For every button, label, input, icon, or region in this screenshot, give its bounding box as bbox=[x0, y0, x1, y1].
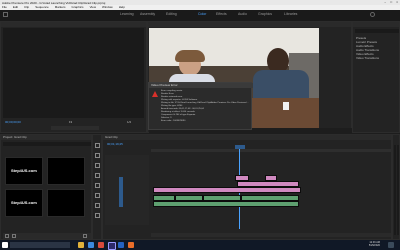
project-panel: Project: Grad Clip Step4US.com Step4US.c… bbox=[0, 134, 92, 240]
ripple-edit-tool-icon[interactable] bbox=[95, 163, 100, 168]
source-monitor-header bbox=[1, 22, 146, 27]
track-select-tool-icon[interactable] bbox=[95, 153, 100, 158]
project-thumbnail[interactable] bbox=[47, 189, 85, 217]
project-panel-title: Project: Grad Clip bbox=[1, 135, 91, 140]
dialog-title: Video Preview Error bbox=[149, 83, 253, 88]
audio-meters-panel bbox=[392, 134, 400, 240]
premiere-pro-icon[interactable] bbox=[108, 242, 116, 250]
workspace-tab[interactable]: Editing bbox=[166, 12, 177, 16]
notifications-icon[interactable] bbox=[388, 242, 394, 248]
effects-header bbox=[353, 22, 399, 27]
error-dialog: Video Preview Error Error compiling movi… bbox=[148, 82, 253, 130]
type-tool-icon[interactable] bbox=[95, 213, 100, 218]
edge-browser-icon[interactable] bbox=[88, 242, 94, 248]
chrome-icon[interactable] bbox=[98, 242, 104, 248]
list-view-icon[interactable] bbox=[5, 234, 9, 238]
program-monitor-header bbox=[148, 22, 351, 27]
selection-tool-icon[interactable] bbox=[95, 143, 100, 148]
taskbar-search-input[interactable] bbox=[10, 242, 70, 248]
thumbnail-label: Step4US.com bbox=[11, 200, 37, 205]
audio-meter-right bbox=[397, 145, 399, 235]
tools-panel bbox=[92, 134, 102, 240]
audio-meter-left bbox=[394, 145, 396, 235]
windows-start-icon[interactable] bbox=[2, 242, 8, 248]
mail-icon[interactable] bbox=[118, 242, 124, 248]
slip-tool-icon[interactable] bbox=[95, 183, 100, 188]
new-item-icon[interactable] bbox=[83, 234, 87, 238]
project-thumbnail[interactable]: Step4US.com bbox=[5, 157, 43, 185]
razor-tool-icon[interactable] bbox=[95, 173, 100, 178]
workspace-tab[interactable]: Learning bbox=[120, 12, 134, 16]
playhead-marker[interactable] bbox=[235, 145, 245, 149]
window-title: Adobe Premiere Pro 2020 - G:\Grad Launch… bbox=[2, 0, 106, 5]
track-target-v1[interactable] bbox=[119, 177, 123, 207]
track-headers bbox=[105, 155, 149, 225]
timeline-scrollbar[interactable] bbox=[151, 233, 391, 237]
source-transport-controls[interactable] bbox=[51, 126, 99, 130]
workspace-tab[interactable]: Assembly bbox=[140, 12, 155, 16]
source-page: 1/2 bbox=[127, 120, 132, 124]
file-explorer-icon[interactable] bbox=[78, 242, 84, 248]
close-button[interactable]: × bbox=[396, 0, 398, 4]
source-monitor-panel: 00;00;00;00 Fit 1/2 bbox=[0, 21, 147, 133]
clock-date: 5/29/2020 bbox=[368, 244, 380, 247]
workspace-tab[interactable]: Libraries bbox=[284, 12, 297, 16]
timeline-clip[interactable] bbox=[153, 187, 301, 193]
video-cup bbox=[283, 102, 289, 110]
system-clock[interactable]: 12:46 AM 5/29/2020 bbox=[369, 241, 380, 247]
thumbnail-label: Step4US.com bbox=[11, 168, 37, 173]
timeline-ruler[interactable] bbox=[151, 149, 391, 152]
source-monitor-viewer bbox=[3, 28, 144, 118]
project-thumbnail[interactable]: Step4US.com bbox=[5, 189, 43, 217]
taskbar: 12:46 AM 5/29/2020 bbox=[0, 240, 400, 250]
project-search-input[interactable] bbox=[3, 142, 91, 146]
workspace-tab[interactable]: Audio bbox=[238, 12, 247, 16]
maximize-button[interactable]: □ bbox=[390, 0, 392, 4]
timeline-timecode: 00;01;19;25 bbox=[107, 142, 123, 146]
project-footer-toolbar bbox=[3, 233, 91, 239]
pen-tool-icon[interactable] bbox=[95, 193, 100, 198]
timeline-tab[interactable]: Grad Clip bbox=[103, 135, 391, 140]
effects-panel: Presets Lumetri Presets Audio Effects Au… bbox=[352, 21, 400, 133]
media-player-icon[interactable] bbox=[128, 242, 134, 248]
hand-tool-icon[interactable] bbox=[95, 203, 100, 208]
home-icon[interactable] bbox=[3, 12, 8, 17]
warning-icon bbox=[152, 91, 158, 97]
search-icon[interactable] bbox=[370, 12, 375, 17]
dialog-message: Error compiling movie. Render Error Rend… bbox=[161, 90, 251, 123]
workspace-tab[interactable]: Graphics bbox=[258, 12, 272, 16]
person-woman-hair bbox=[175, 50, 205, 62]
effects-search-input[interactable] bbox=[355, 29, 399, 33]
workspace-tab[interactable]: Effects bbox=[216, 12, 227, 16]
dialog-line: Error code: -1609629690 bbox=[161, 120, 186, 122]
effects-list: Presets Lumetri Presets Audio Effects Au… bbox=[356, 36, 379, 60]
workspace-tab-active[interactable]: Color bbox=[198, 12, 206, 16]
source-timecode: 00;00;00;00 bbox=[5, 120, 21, 124]
effects-item[interactable]: Video Transitions bbox=[356, 56, 379, 60]
source-fit-dropdown[interactable]: Fit bbox=[69, 120, 72, 124]
project-thumbnail[interactable] bbox=[47, 157, 85, 185]
timeline-panel: Grad Clip 00;01;19;25 bbox=[102, 134, 392, 240]
minimize-button[interactable]: – bbox=[384, 0, 386, 4]
icon-view-icon[interactable] bbox=[12, 234, 16, 238]
workspace-bar: Learning Assembly Editing Color Effects … bbox=[0, 10, 400, 21]
audio-clip[interactable] bbox=[153, 201, 299, 207]
